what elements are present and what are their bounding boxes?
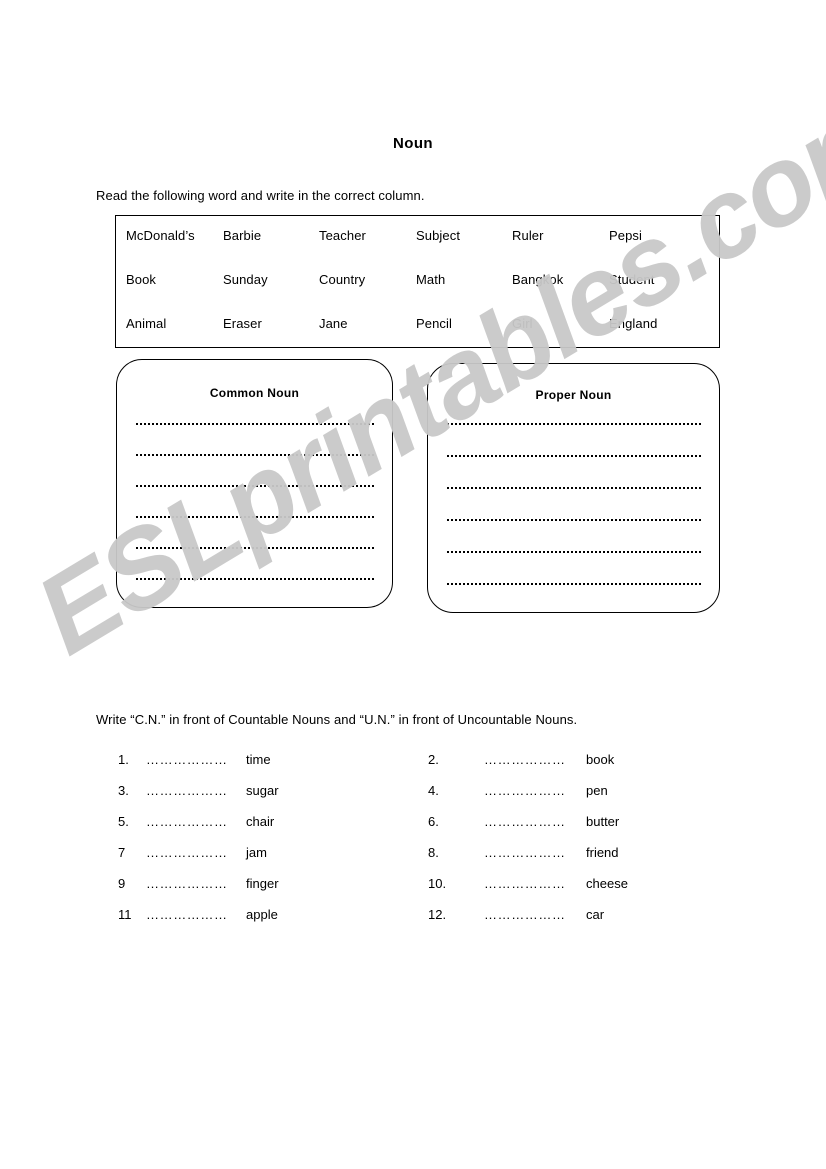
exercise-item-number: 2. — [428, 752, 439, 767]
exercise-item-blank[interactable]: ……………… — [146, 876, 228, 891]
writing-line[interactable] — [135, 484, 374, 487]
word-bank-row: Book Sunday Country Math Bangkok Student — [116, 272, 721, 298]
word-bank-cell: Eraser — [223, 316, 262, 331]
exercise-row: 7 ……………… jam 8. ……………… friend — [118, 845, 738, 876]
word-bank-cell: Barbie — [223, 228, 262, 243]
exercise-item-word: pen — [586, 783, 608, 798]
exercise-item-blank[interactable]: ……………… — [484, 783, 566, 798]
answer-box-proper-noun[interactable]: Proper Noun — [427, 363, 720, 613]
writing-line[interactable] — [446, 518, 701, 521]
exercise-row: 1. ……………… time 2. ……………… book — [118, 752, 738, 783]
word-bank-cell: Ruler — [512, 228, 544, 243]
word-bank-cell: McDonald’s — [126, 228, 195, 243]
answer-box-common-noun[interactable]: Common Noun — [116, 359, 393, 608]
exercise-item-number: 8. — [428, 845, 439, 860]
exercise-item-blank[interactable]: ……………… — [484, 752, 566, 767]
instruction-read-and-sort: Read the following word and write in the… — [96, 188, 425, 203]
word-bank-cell: Animal — [126, 316, 167, 331]
word-bank-cell: Sunday — [223, 272, 268, 287]
exercise-item-blank[interactable]: ……………… — [484, 814, 566, 829]
exercise-item-blank[interactable]: ……………… — [146, 783, 228, 798]
exercise-item-blank[interactable]: ……………… — [146, 814, 228, 829]
proper-noun-heading: Proper Noun — [535, 388, 612, 402]
word-bank-row: Animal Eraser Jane Pencil Girl England — [116, 316, 721, 342]
exercise-item-number: 9 — [118, 876, 126, 891]
exercise-item-number: 6. — [428, 814, 439, 829]
writing-line[interactable] — [135, 577, 374, 580]
exercise-item-word: jam — [246, 845, 267, 860]
exercise-row: 11 ……………… apple 12. ……………… car — [118, 907, 738, 938]
exercise-item-word: car — [586, 907, 605, 922]
exercise-item-word: book — [586, 752, 615, 767]
exercise-row: 9 ……………… finger 10. ……………… cheese — [118, 876, 738, 907]
page-title: Noun — [393, 135, 433, 152]
word-bank-cell: Jane — [319, 316, 348, 331]
word-bank-cell: Teacher — [319, 228, 366, 243]
word-bank-table: McDonald’s Barbie Teacher Subject Ruler Pepsi… — [115, 215, 720, 348]
word-bank-cell: Math — [416, 272, 446, 287]
word-bank-cell: Student — [609, 272, 655, 287]
exercise-item-word: butter — [586, 814, 620, 829]
exercise-item-blank[interactable]: ……………… — [146, 907, 228, 922]
exercise-item-number: 11 — [118, 907, 132, 922]
exercise-item-number: 7 — [118, 845, 126, 860]
word-bank-row: McDonald’s Barbie Teacher Subject Ruler Pepsi — [116, 228, 721, 254]
instruction-countable-uncountable: Write “C.N.” in front of Countable Nouns… — [96, 712, 578, 727]
worksheet-page: Noun Read the following word and write i… — [0, 0, 826, 1169]
word-bank-cell: Pepsi — [609, 228, 643, 243]
word-bank-cell: Book — [126, 272, 157, 287]
exercise-item-word: friend — [586, 845, 619, 860]
exercise-item-word: chair — [246, 814, 275, 829]
exercise-item-number: 5. — [118, 814, 129, 829]
writing-line[interactable] — [135, 515, 374, 518]
exercise-item-word: finger — [246, 876, 279, 891]
writing-line[interactable] — [135, 546, 374, 549]
word-bank-cell: Subject — [416, 228, 461, 243]
writing-line[interactable] — [446, 486, 701, 489]
writing-line[interactable] — [446, 582, 701, 585]
proper-noun-writing-lines[interactable] — [428, 422, 719, 614]
common-noun-heading: Common Noun — [209, 386, 300, 400]
common-noun-writing-lines[interactable] — [117, 422, 392, 608]
exercise-item-word: time — [246, 752, 271, 767]
exercise-list: 1. ……………… time 2. ……………… book 3. ……………… sugar 4. …… — [118, 752, 738, 938]
exercise-item-number: 3. — [118, 783, 129, 798]
exercise-item-word: apple — [246, 907, 278, 922]
word-bank-cell: Pencil — [416, 316, 453, 331]
writing-line[interactable] — [135, 453, 374, 456]
word-bank-cell: Bangkok — [512, 272, 564, 287]
exercise-item-blank[interactable]: ……………… — [484, 876, 566, 891]
exercise-item-number: 1. — [118, 752, 129, 767]
writing-line[interactable] — [446, 550, 701, 553]
writing-line[interactable] — [135, 422, 374, 425]
writing-line[interactable] — [446, 454, 701, 457]
exercise-item-blank[interactable]: ……………… — [146, 752, 228, 767]
writing-line[interactable] — [446, 422, 701, 425]
exercise-item-blank[interactable]: ……………… — [484, 907, 566, 922]
exercise-item-number: 4. — [428, 783, 439, 798]
exercise-item-blank[interactable]: ……………… — [484, 845, 566, 860]
exercise-item-blank[interactable]: ……………… — [146, 845, 228, 860]
word-bank-cell: Girl — [512, 316, 533, 331]
exercise-item-number: 10. — [428, 876, 447, 891]
exercise-row: 3. ……………… sugar 4. ……………… pen — [118, 783, 738, 814]
exercise-item-word: sugar — [246, 783, 279, 798]
word-bank-cell: England — [609, 316, 658, 331]
exercise-item-number: 12. — [428, 907, 447, 922]
exercise-item-word: cheese — [586, 876, 628, 891]
word-bank-cell: Country — [319, 272, 366, 287]
exercise-row: 5. ……………… chair 6. ……………… butter — [118, 814, 738, 845]
